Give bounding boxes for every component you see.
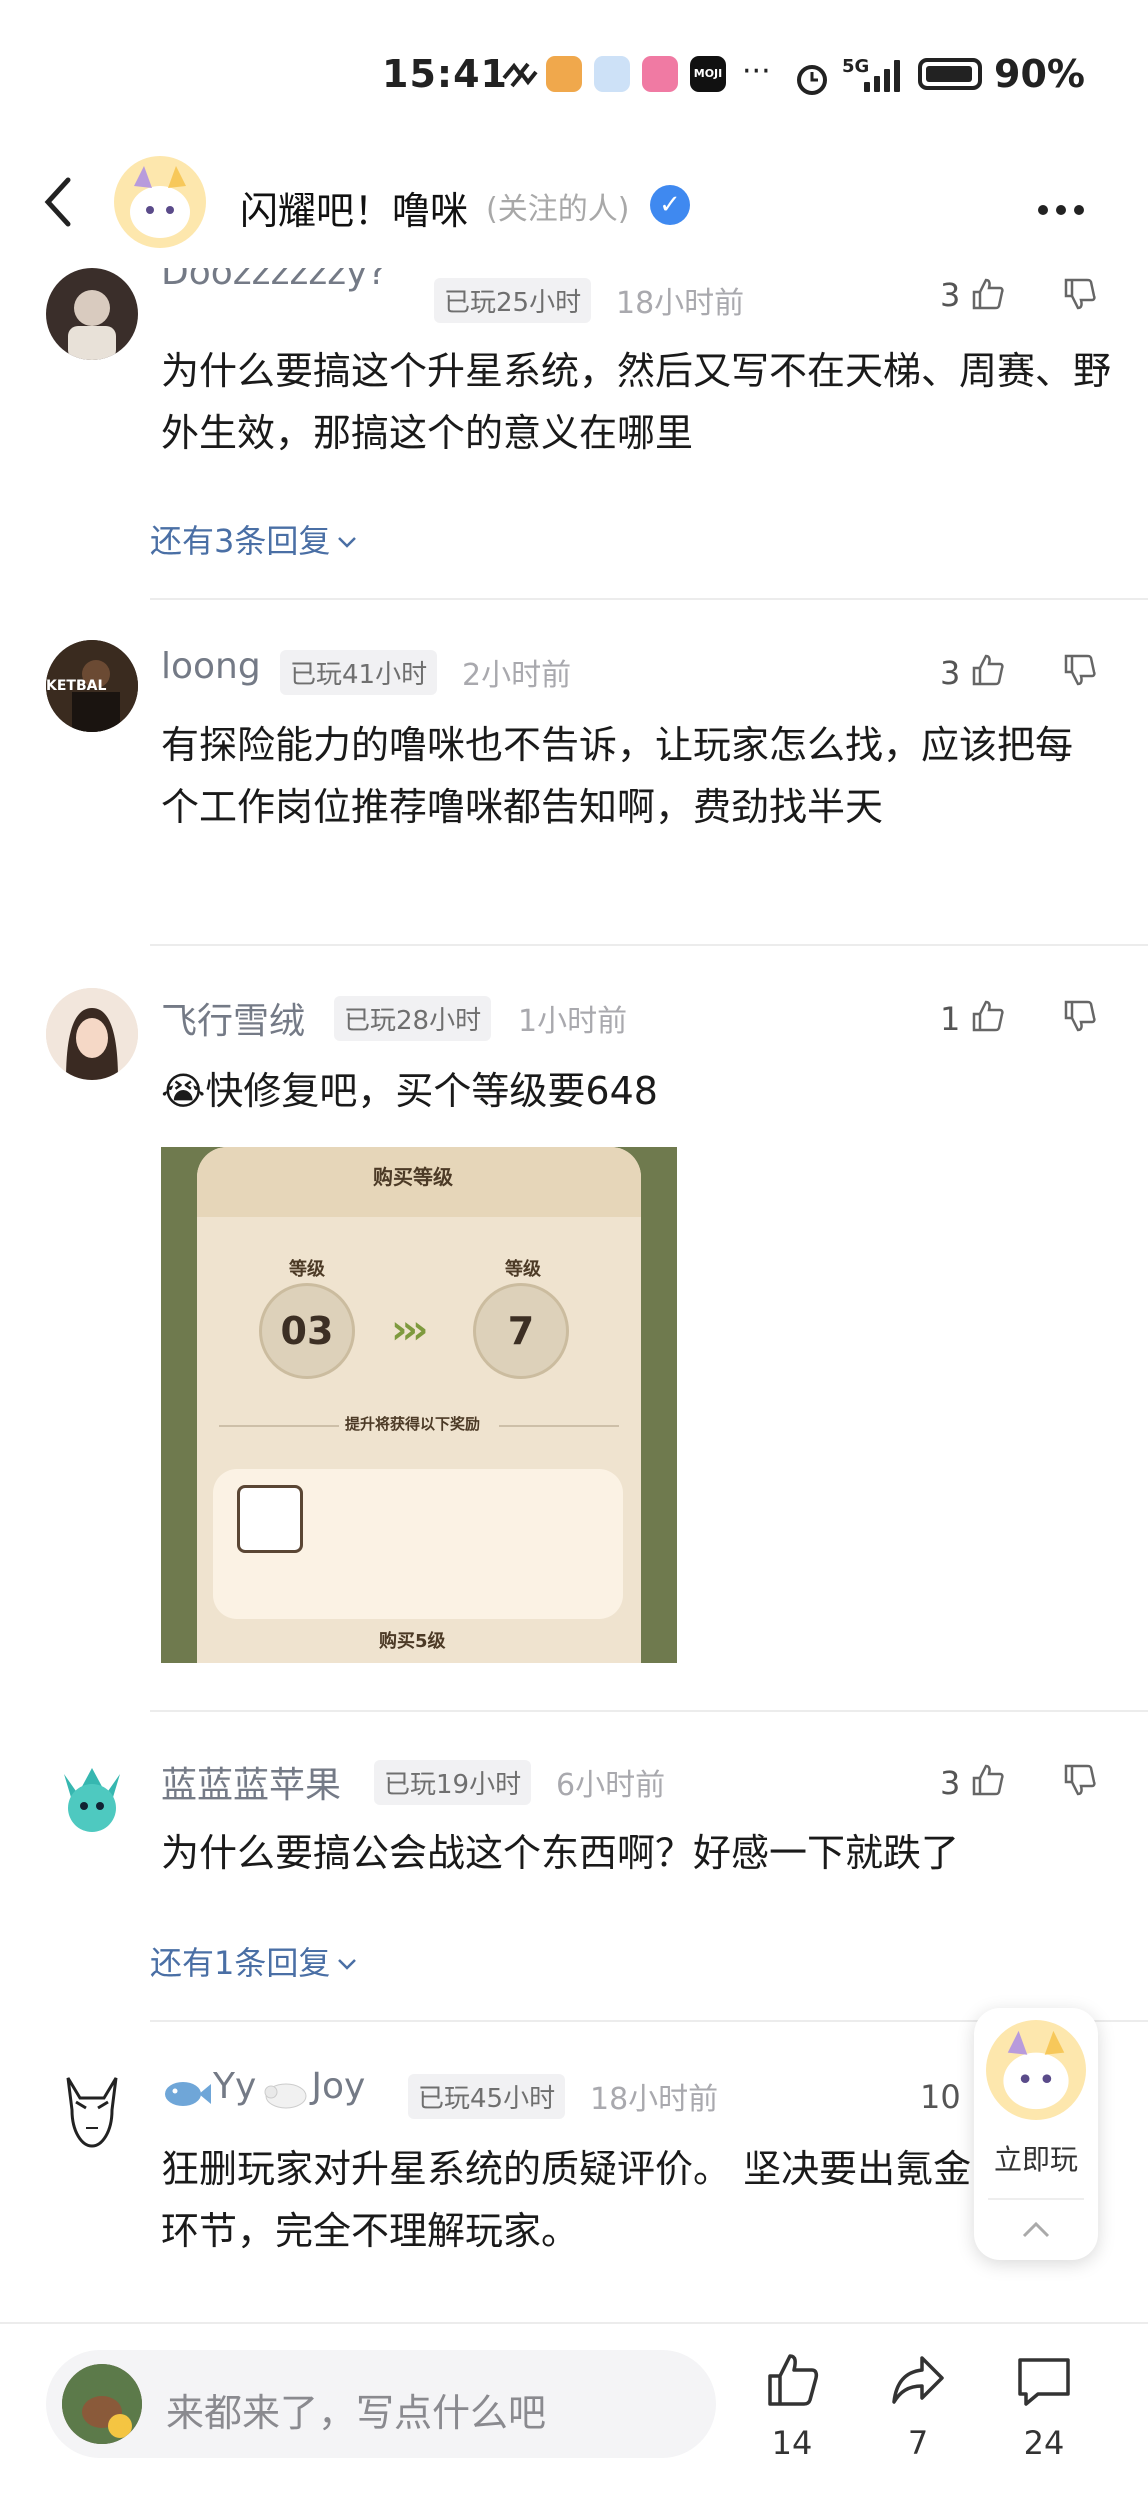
app-notif-icon-2 (594, 56, 630, 92)
bilibili-icon (642, 56, 678, 92)
thumb-up-icon[interactable] (970, 1762, 1006, 1798)
thumb-down-icon[interactable] (1062, 276, 1098, 312)
chevron-up-icon[interactable] (1018, 2212, 1054, 2248)
image-buy-button: 购买5级 (379, 1631, 446, 1652)
image-reward-card (237, 1485, 303, 1553)
comment-text: 😭快修复吧，买个等级要648 (161, 1060, 1141, 1122)
comment-time: 1小时前 (518, 1004, 628, 1039)
played-badge: 已玩28小时 (334, 996, 492, 1041)
commenter-name[interactable]: loong (161, 646, 261, 687)
thumb-down-icon[interactable] (1062, 998, 1098, 1034)
sheep-icon (264, 2083, 307, 2108)
divider (150, 944, 1148, 946)
played-badge: 已玩45小时 (408, 2074, 566, 2119)
image-level-label-right: 等级 (505, 1259, 541, 1280)
floating-play-widget[interactable]: 立即玩 (974, 2008, 1098, 2260)
image-rule (499, 1425, 619, 1427)
image-arrows: ››› (391, 1307, 429, 1353)
comment-icon[interactable] (1014, 2352, 1074, 2412)
thumb-up-icon[interactable] (970, 998, 1006, 1034)
played-badge: 已玩19小时 (374, 1760, 532, 1805)
chevron-down-icon (338, 1959, 357, 1970)
status-bar: 15:41 MOJI ··· 5G 90% (0, 0, 1148, 150)
divider (988, 2198, 1084, 2200)
divider (150, 1710, 1148, 1712)
share-icon[interactable] (888, 2350, 948, 2410)
view-replies-label: 还有1条回复 (150, 1944, 331, 1982)
commenter-name[interactable]: 蓝蓝蓝苹果 (161, 1756, 341, 1808)
commenter-name[interactable]: 飞行雪绒 (161, 992, 305, 1044)
image-reward-text: 提升将获得以下奖励 (345, 1415, 481, 1433)
game-icon (986, 2020, 1086, 2120)
thumb-up-icon[interactable] (970, 276, 1006, 312)
more-notifs-icon: ··· (742, 54, 771, 89)
image-level-label-left: 等级 (289, 1259, 325, 1280)
like-icon[interactable] (762, 2350, 822, 2410)
divider (150, 598, 1148, 600)
user-avatar (62, 2364, 142, 2444)
thumb-up-icon[interactable] (970, 652, 1006, 688)
fish-icon (165, 2081, 211, 2106)
commenter-avatar[interactable] (46, 2062, 138, 2154)
commenter-avatar[interactable] (46, 268, 138, 360)
comment-image[interactable]: 购买等级 等级 等级 03 ››› 7 提升将获得以下奖励 购买5级 (161, 1147, 677, 1663)
battery-percent: 90% (994, 52, 1085, 96)
like-count: 1 (940, 1000, 961, 1038)
commenter-name-part1: Yy (213, 2066, 257, 2107)
follow-tag: (关注的人) (486, 192, 630, 227)
comment-time: 18小时前 (590, 2082, 719, 2117)
comment-text: 有探险能力的噜咪也不告诉，让玩家怎么找，应该把每个工作岗位推荐噜咪都告知啊，费劲… (161, 723, 1074, 829)
signal-icon (860, 58, 908, 92)
thumb-down-icon[interactable] (1062, 652, 1098, 688)
comment-time: 18小时前 (616, 286, 745, 321)
chevron-down-icon (338, 537, 357, 548)
app-notif-icon-1 (546, 56, 582, 92)
verified-icon: ✓ (650, 185, 690, 225)
image-rule (219, 1425, 339, 1427)
status-time: 15:41 (382, 52, 508, 96)
commenter-avatar[interactable]: KETBAL (46, 640, 138, 732)
comment-text: 为什么要搞这个升星系统，然后又写不在天梯、周赛、野外生效，那搞这个的意义在哪里 (161, 349, 1112, 455)
comment-text: 为什么要搞公会战这个东西啊？好感一下就跌了 (161, 1831, 960, 1875)
like-count: 3 (940, 1764, 961, 1802)
comment-total: 24 (1023, 2424, 1065, 2462)
commenter-avatar[interactable] (46, 988, 138, 1080)
thumb-down-icon[interactable] (1062, 1762, 1098, 1798)
like-count: 10 (920, 2078, 961, 2116)
like-total: 14 (771, 2424, 813, 2462)
back-icon[interactable] (38, 172, 78, 232)
comment-text: 狂删玩家对升星系统的质疑评价。 坚决要出氪金环节，完全不理解玩家。 (161, 2147, 972, 2253)
image-title: 购买等级 (373, 1165, 453, 1189)
image-level-from: 03 (259, 1283, 355, 1379)
page-title: 闪耀吧！噜咪 (240, 189, 469, 233)
commenter-avatar[interactable] (46, 1754, 138, 1846)
view-replies-link[interactable]: 还有3条回复 (150, 516, 359, 562)
avatar-text: KETBAL (46, 678, 107, 694)
played-badge: 已玩25小时 (434, 278, 592, 323)
battery-icon (918, 58, 982, 90)
comment-input-placeholder[interactable]: 来都来了，写点什么吧 (166, 2382, 546, 2437)
comment-header: Doozzzzzzy? (161, 268, 1061, 310)
play-now-button[interactable]: 立即玩 (974, 2138, 1098, 2178)
app-avatar[interactable] (114, 156, 206, 248)
crying-emoji: 😭 (161, 1069, 206, 1113)
played-badge: 已玩41小时 (280, 650, 438, 695)
share-total: 7 (907, 2424, 929, 2462)
alarm-icon (797, 65, 827, 95)
view-replies-link[interactable]: 还有1条回复 (150, 1938, 359, 1984)
more-options-icon[interactable] (1038, 200, 1092, 219)
comment-time: 6小时前 (556, 1768, 666, 1803)
image-level-to: 7 (473, 1283, 569, 1379)
comment-time: 2小时前 (462, 658, 572, 693)
moji-icon: MOJI (690, 56, 726, 92)
commenter-name[interactable]: Doozzzzzzy? (161, 268, 387, 293)
commenter-name[interactable]: Yy Joy (161, 2066, 365, 2114)
data-saver-icon (502, 62, 538, 88)
like-count: 3 (940, 276, 961, 314)
commenter-name-part2: Joy (311, 2066, 366, 2107)
like-count: 3 (940, 654, 961, 692)
view-replies-label: 还有3条回复 (150, 522, 331, 560)
comment-text-body: 快修复吧，买个等级要648 (205, 1069, 658, 1113)
